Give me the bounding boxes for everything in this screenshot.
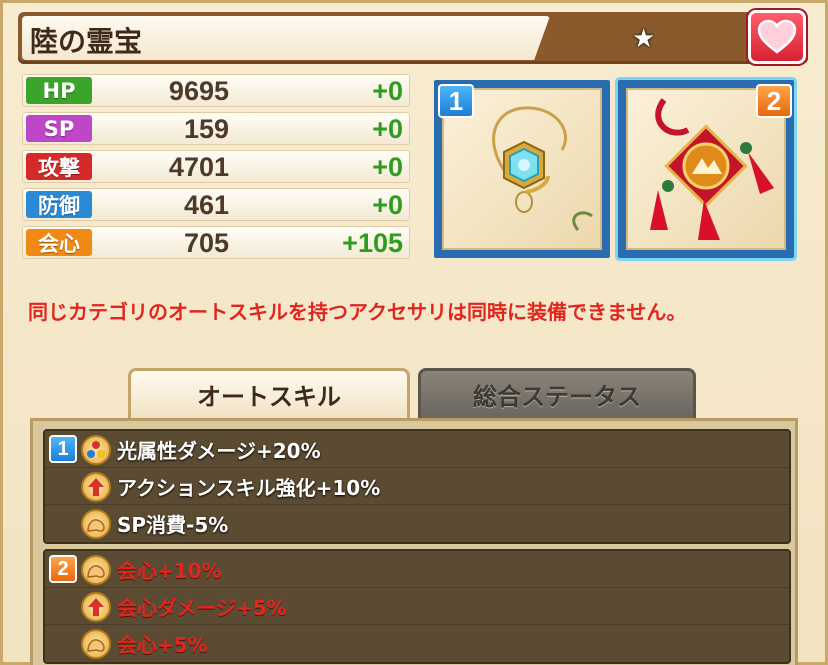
stat-bonus: +0 [372, 114, 403, 144]
stat-bonus: +0 [372, 190, 403, 220]
stat-label: 防御 [26, 191, 92, 218]
skill-row: 会心+5% [45, 625, 789, 662]
arrow-up-icon [81, 472, 111, 502]
item-title: 陸の霊宝 [30, 25, 143, 58]
element-orbs-icon [81, 435, 111, 465]
accessory-slot-1[interactable]: 1 [434, 80, 610, 258]
skill-group-1: 1 光属性ダメージ+20% アクションスキル強化+10% SP消費-5% [43, 429, 791, 544]
muscle-arm-icon [81, 555, 111, 585]
tab-total-status[interactable]: 総合ステータス [418, 368, 696, 418]
skill-row: アクションスキル強化+10% [45, 468, 789, 505]
skill-row: SP消費-5% [45, 505, 789, 542]
stat-value: 9695 [168, 76, 229, 106]
stats-list: HP 9695 +0 SP 159 +0 攻撃 4701 +0 防御 461 +… [22, 74, 410, 264]
equip-warning-message: 同じカテゴリのオートスキルを持つアクセサリは同時に装備できません。 [28, 300, 687, 324]
tab-auto-skill[interactable]: オートスキル [128, 368, 410, 418]
stat-row-attack: 攻撃 4701 +0 [22, 150, 410, 183]
stat-value: 4701 [168, 152, 229, 182]
skill-text: 会心ダメージ+5% [117, 596, 287, 620]
skill-row: 会心ダメージ+5% [45, 588, 789, 625]
stat-label: 攻撃 [26, 153, 92, 180]
stat-row-critical: 会心 705 +105 [22, 226, 410, 259]
stat-value: 705 [183, 228, 229, 258]
skill-text: 会心+5% [117, 633, 208, 657]
stat-bonus: +105 [342, 228, 403, 258]
skill-text: SP消費-5% [117, 513, 229, 537]
auto-skill-panel: 1 光属性ダメージ+20% アクションスキル強化+10% SP消費-5% 2 会… [30, 418, 798, 665]
skill-row: 光属性ダメージ+20% [45, 431, 789, 468]
stat-label: HP [26, 77, 92, 104]
heart-icon [757, 19, 797, 54]
stat-row-sp: SP 159 +0 [22, 112, 410, 145]
stat-bonus: +0 [372, 76, 403, 106]
favorite-button[interactable] [748, 10, 806, 64]
tab-label: 総合ステータス [473, 383, 641, 411]
star-icon: ★ [632, 24, 656, 54]
stat-value: 461 [183, 190, 229, 220]
muscle-arm-icon [81, 629, 111, 659]
skill-text: 会心+10% [117, 559, 222, 583]
slot-badge: 2 [756, 84, 792, 118]
stat-label: SP [26, 115, 92, 142]
arrow-up-icon [81, 592, 111, 622]
skill-text: アクションスキル強化+10% [117, 476, 381, 500]
stat-bonus: +0 [372, 152, 403, 182]
muscle-arm-icon [81, 509, 111, 539]
skill-row: 会心+10% [45, 551, 789, 588]
skill-text: 光属性ダメージ+20% [117, 439, 321, 463]
stat-row-hp: HP 9695 +0 [22, 74, 410, 107]
stat-label: 会心 [26, 229, 92, 256]
slot-badge: 1 [438, 84, 474, 118]
stat-row-defense: 防御 461 +0 [22, 188, 410, 221]
stat-value: 159 [183, 114, 229, 144]
tab-label: オートスキル [197, 383, 341, 411]
skill-group-2: 2 会心+10% 会心ダメージ+5% 会心+5% [43, 549, 791, 664]
accessory-slot-2[interactable]: 2 [618, 80, 794, 258]
